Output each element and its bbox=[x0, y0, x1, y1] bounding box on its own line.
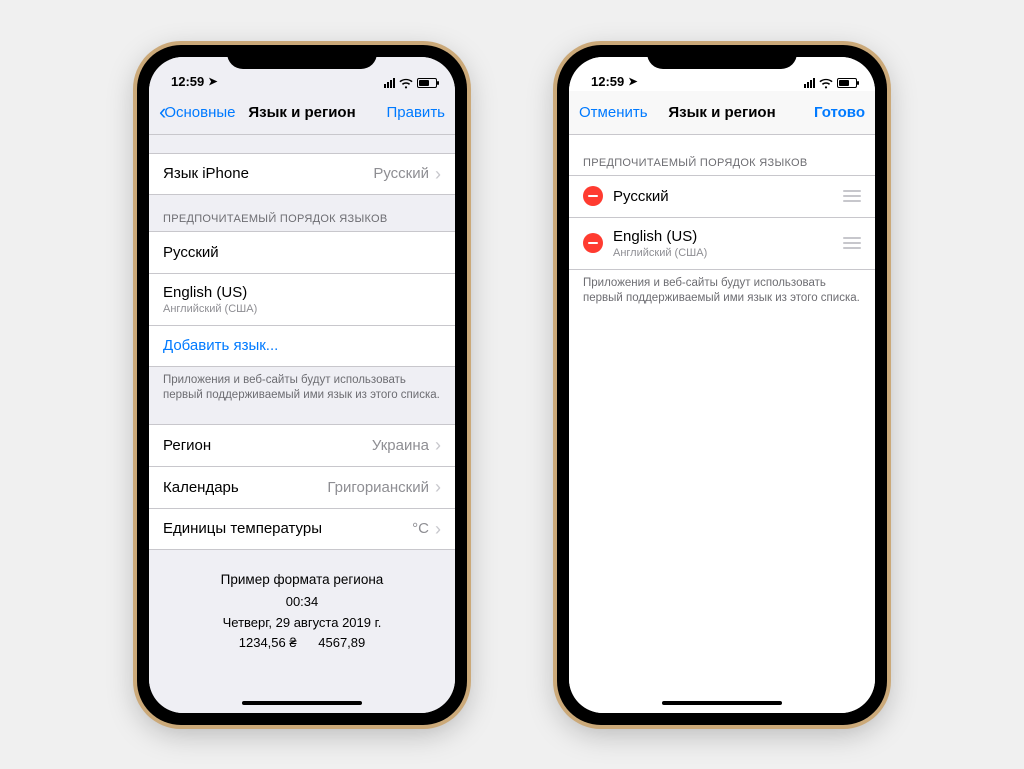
screen-right: 12:59 ➤ Отменить Язык и регион Готово ПР… bbox=[569, 57, 875, 713]
lang-label: English (US) bbox=[163, 284, 257, 301]
row-language-item-editable[interactable]: Русский bbox=[569, 175, 875, 217]
delete-icon[interactable] bbox=[583, 186, 603, 206]
location-arrow-icon: ➤ bbox=[628, 75, 637, 88]
row-calendar[interactable]: Календарь Григорианский › bbox=[149, 466, 455, 508]
chevron-right-icon: › bbox=[435, 520, 441, 538]
battery-icon bbox=[417, 78, 437, 88]
lang-label: Русский bbox=[613, 188, 843, 205]
nav-done-label: Готово bbox=[814, 104, 865, 121]
row-value: Русский bbox=[373, 165, 429, 182]
nav-edit-button[interactable]: Править bbox=[365, 104, 445, 121]
wifi-icon bbox=[399, 78, 413, 89]
row-language-item-editable[interactable]: English (US) Английский (США) bbox=[569, 217, 875, 270]
battery-icon bbox=[837, 78, 857, 88]
lang-label: English (US) bbox=[613, 228, 843, 245]
phone-frame-right: 12:59 ➤ Отменить Язык и регион Готово ПР… bbox=[557, 45, 887, 725]
row-add-language[interactable]: Добавить язык... bbox=[149, 325, 455, 367]
nav-back-button[interactable]: ‹ Основные bbox=[159, 101, 239, 123]
home-indicator[interactable] bbox=[242, 701, 362, 705]
cell-signal-icon bbox=[384, 78, 395, 88]
row-value: °C bbox=[412, 520, 429, 537]
chevron-right-icon: › bbox=[435, 478, 441, 496]
drag-handle-icon[interactable] bbox=[843, 190, 861, 202]
lang-sub: Английский (США) bbox=[163, 303, 257, 315]
section-footer-languages: Приложения и веб-сайты будут использоват… bbox=[569, 270, 875, 317]
section-header-languages: ПРЕДПОЧИТАЕМЫЙ ПОРЯДОК ЯЗЫКОВ bbox=[149, 195, 455, 231]
row-value: Григорианский bbox=[327, 479, 429, 496]
example-date: Четверг, 29 августа 2019 г. bbox=[163, 613, 441, 633]
region-format-example: Пример формата региона 00:34 Четверг, 29… bbox=[149, 550, 455, 673]
row-iphone-language[interactable]: Язык iPhone Русский › bbox=[149, 153, 455, 195]
nav-title: Язык и регион bbox=[239, 104, 365, 121]
nav-cancel-label: Отменить bbox=[579, 104, 648, 121]
nav-back-label: Основные bbox=[164, 104, 235, 121]
screen-left: 12:59 ➤ ‹ Основные Язык и регион Править bbox=[149, 57, 455, 713]
chevron-right-icon: › bbox=[435, 165, 441, 183]
row-temperature-units[interactable]: Единицы температуры °C › bbox=[149, 508, 455, 550]
lang-sub: Английский (США) bbox=[613, 247, 843, 259]
location-arrow-icon: ➤ bbox=[208, 75, 217, 88]
nav-bar: Отменить Язык и регион Готово bbox=[569, 91, 875, 135]
row-label: Язык iPhone bbox=[163, 165, 249, 182]
row-value: Украина bbox=[372, 437, 429, 454]
section-header-languages: ПРЕДПОЧИТАЕМЫЙ ПОРЯДОК ЯЗЫКОВ bbox=[569, 135, 875, 175]
status-time: 12:59 bbox=[171, 74, 204, 89]
status-time: 12:59 bbox=[591, 74, 624, 89]
notch bbox=[647, 45, 797, 69]
nav-edit-label: Править bbox=[387, 104, 446, 121]
delete-icon[interactable] bbox=[583, 233, 603, 253]
nav-title: Язык и регион bbox=[659, 104, 785, 121]
add-language-label: Добавить язык... bbox=[163, 337, 278, 354]
cell-signal-icon bbox=[804, 78, 815, 88]
nav-done-button[interactable]: Готово bbox=[785, 104, 865, 121]
example-numbers: 1234,56 ₴ 4567,89 bbox=[163, 633, 441, 653]
home-indicator[interactable] bbox=[662, 701, 782, 705]
phone-frame-left: 12:59 ➤ ‹ Основные Язык и регион Править bbox=[137, 45, 467, 725]
row-language-item[interactable]: Русский bbox=[149, 231, 455, 273]
nav-bar: ‹ Основные Язык и регион Править bbox=[149, 91, 455, 135]
notch bbox=[227, 45, 377, 69]
drag-handle-icon[interactable] bbox=[843, 237, 861, 249]
chevron-right-icon: › bbox=[435, 436, 441, 454]
lang-label: Русский bbox=[163, 244, 219, 261]
example-title: Пример формата региона bbox=[163, 570, 441, 591]
wifi-icon bbox=[819, 78, 833, 89]
settings-content[interactable]: Язык iPhone Русский › ПРЕДПОЧИТАЕМЫЙ ПОР… bbox=[149, 135, 455, 713]
row-label: Календарь bbox=[163, 479, 239, 496]
example-time: 00:34 bbox=[163, 592, 441, 612]
row-label: Единицы температуры bbox=[163, 520, 322, 537]
section-footer-languages: Приложения и веб-сайты будут использоват… bbox=[149, 367, 455, 414]
row-label: Регион bbox=[163, 437, 211, 454]
settings-content-edit[interactable]: ПРЕДПОЧИТАЕМЫЙ ПОРЯДОК ЯЗЫКОВ Русский En… bbox=[569, 135, 875, 713]
nav-cancel-button[interactable]: Отменить bbox=[579, 104, 659, 121]
row-language-item[interactable]: English (US) Английский (США) bbox=[149, 273, 455, 325]
row-region[interactable]: Регион Украина › bbox=[149, 424, 455, 466]
